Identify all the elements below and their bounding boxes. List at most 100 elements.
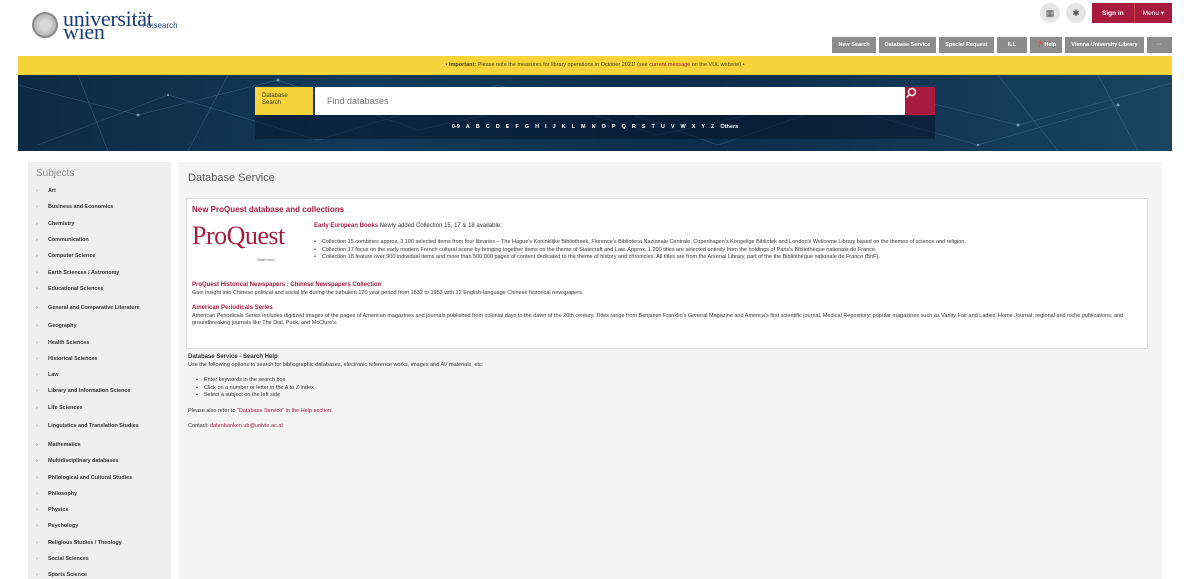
- menu-button[interactable]: Menu ▾: [1133, 3, 1172, 23]
- chevron-right-icon: ›: [36, 423, 38, 430]
- az-index-item[interactable]: Q: [622, 124, 626, 130]
- university-logo[interactable]: universität wien: [32, 8, 153, 43]
- search-icon: [906, 87, 917, 98]
- chevron-right-icon: ›: [36, 188, 38, 195]
- chevron-right-icon: ›: [36, 304, 38, 311]
- list-item: Collection 17 focus on the early modern …: [314, 247, 1140, 255]
- sidebar-subject-item[interactable]: › Chemistry: [28, 216, 171, 232]
- sidebar-subject-item[interactable]: › Psychology: [28, 518, 171, 534]
- contact-line: Contact: datenbanken.ub@univie.ac.at: [188, 423, 283, 429]
- search-help-list: Enter keywords in the search box Click o…: [196, 377, 1148, 400]
- search-button[interactable]: [905, 87, 935, 115]
- sidebar-subject-item[interactable]: › Art: [28, 183, 171, 199]
- az-index-item[interactable]: W: [681, 124, 686, 130]
- list-item: Collection 15 combines approx. 3.100 sel…: [314, 239, 1140, 247]
- main-content: Database Service New ProQuest database a…: [178, 162, 1162, 579]
- az-index-item[interactable]: Y: [701, 124, 705, 130]
- pin-icon[interactable]: ✱: [1066, 3, 1086, 23]
- sidebar-subject-item[interactable]: › Educational Sciences: [28, 281, 171, 297]
- early-european-books-link[interactable]: Early European Books: [314, 223, 378, 229]
- sidebar-subject-item[interactable]: › Philosophy: [28, 486, 171, 502]
- sidebar-subject-item[interactable]: › Philological and Cultural Studies: [28, 469, 171, 485]
- nav-vienna-university-library[interactable]: Vienna University Library: [1065, 37, 1144, 53]
- sidebar-subject-item[interactable]: › Linguistics and Translation Studies: [28, 416, 171, 437]
- notice-current-message-link[interactable]: current message: [649, 62, 690, 68]
- list-item: Select a subject on the left side: [196, 392, 1148, 400]
- sidebar-subject-item[interactable]: › Computer Science: [28, 248, 171, 264]
- sidebar-subject-item[interactable]: › Geography: [28, 318, 171, 334]
- nav-special-request[interactable]: Special Request: [939, 37, 994, 53]
- chevron-right-icon: ›: [36, 204, 38, 211]
- chevron-right-icon: ›: [36, 388, 38, 395]
- sidebar-subject-item[interactable]: › Law: [28, 367, 171, 383]
- az-index-item[interactable]: R: [632, 124, 636, 130]
- az-index-item[interactable]: I: [545, 124, 547, 130]
- contact-email-link[interactable]: datenbanken.ub@univie.ac.at: [210, 423, 283, 429]
- chevron-right-icon: ›: [36, 355, 38, 362]
- az-index-item[interactable]: J: [553, 124, 556, 130]
- top-right-controls: ▦ ✱ Sign in Menu ▾: [1040, 3, 1172, 23]
- sidebar-subject-item[interactable]: › Library and Information Science: [28, 383, 171, 399]
- sign-in-button[interactable]: Sign in: [1092, 3, 1134, 23]
- az-index-item[interactable]: P: [612, 124, 616, 130]
- search-input[interactable]: [315, 87, 905, 115]
- nav-new-search[interactable]: New Search: [832, 37, 876, 53]
- az-index-item[interactable]: V: [671, 124, 675, 130]
- sidebar-subject-item[interactable]: › Sports Science: [28, 567, 171, 579]
- sidebar-subject-item[interactable]: › Business and Economics: [28, 199, 171, 215]
- university-seal-icon: [32, 12, 58, 38]
- bookmark-list-icon[interactable]: ▦: [1040, 3, 1060, 23]
- az-index-item[interactable]: 0-9: [452, 124, 460, 130]
- chevron-right-icon: ›: [36, 442, 38, 448]
- sidebar-subject-item[interactable]: › Social Sciences: [28, 551, 171, 567]
- az-index-item[interactable]: C: [486, 124, 490, 130]
- sidebar-subject-item[interactable]: › Communication: [28, 232, 171, 248]
- az-index-item[interactable]: Others: [720, 124, 738, 130]
- proquest-logo[interactable]: ProQuest Start here.: [192, 221, 302, 267]
- az-index-item[interactable]: N: [592, 124, 596, 130]
- az-index-item[interactable]: X: [692, 124, 696, 130]
- az-index-item[interactable]: A: [466, 124, 470, 130]
- az-index-item[interactable]: M: [581, 124, 586, 130]
- nav-help[interactable]: ❓ Help: [1029, 37, 1063, 53]
- az-index-item[interactable]: T: [651, 124, 654, 130]
- az-index-item[interactable]: K: [562, 124, 566, 130]
- sidebar-subject-item[interactable]: › General and Comparative Literature: [28, 297, 171, 318]
- chevron-right-icon: ›: [36, 490, 38, 497]
- az-index-item[interactable]: F: [515, 124, 518, 130]
- az-index-item[interactable]: B: [476, 124, 480, 130]
- sidebar-subject-item[interactable]: › Multidisciplinary databases: [28, 453, 171, 469]
- historical-newspapers-block: ProQuest Historical Newspapers : Chinese…: [192, 282, 1142, 297]
- az-index-item[interactable]: S: [642, 124, 646, 130]
- az-index-item[interactable]: Z: [711, 124, 714, 130]
- az-index-item[interactable]: E: [506, 124, 510, 130]
- sidebar-subject-label: Health Sciences: [48, 339, 90, 346]
- sidebar-subject-item[interactable]: › Historical Sciences: [28, 351, 171, 367]
- historical-newspapers-link[interactable]: ProQuest Historical Newspapers : Chinese…: [192, 282, 1142, 290]
- az-index-item[interactable]: G: [525, 124, 529, 130]
- sidebar-subject-label: Physics: [48, 507, 69, 514]
- az-index-item[interactable]: U: [661, 124, 665, 130]
- help-section-link[interactable]: "Database Service" in the Help section.: [237, 408, 333, 414]
- breadcrumb-usearch[interactable]: › u:search: [142, 21, 178, 30]
- sidebar-subject-label: Earth Sciences / Astronomy: [48, 269, 120, 276]
- early-european-books-line: Early European Books Newly added Collect…: [314, 223, 502, 229]
- sidebar-subject-item[interactable]: › Life Sciences: [28, 400, 171, 416]
- proquest-logo-tagline: Start here.: [257, 257, 276, 262]
- sidebar-subject-item[interactable]: › Mathematics: [28, 437, 171, 453]
- sidebar-subject-item[interactable]: › Health Sciences: [28, 334, 171, 350]
- nav-ill[interactable]: ILL: [996, 37, 1027, 53]
- az-index-item[interactable]: L: [572, 124, 575, 130]
- az-index-item[interactable]: D: [496, 124, 500, 130]
- sidebar-subject-label: Library and Information Science: [48, 388, 131, 395]
- nav-database-service[interactable]: Database Service: [878, 37, 937, 53]
- database-search-label: Database Search: [255, 87, 313, 115]
- az-index-item[interactable]: H: [535, 124, 539, 130]
- sidebar-subject-item[interactable]: › Religious Studies / Theology: [28, 535, 171, 551]
- nav-more-button[interactable]: ···: [1146, 37, 1172, 53]
- sidebar-subject-item[interactable]: › Earth Sciences / Astronomy: [28, 264, 171, 280]
- sidebar-subject-item[interactable]: › Physics: [28, 502, 171, 518]
- chevron-right-icon: ›: [36, 237, 38, 244]
- az-index-item[interactable]: O: [602, 124, 606, 130]
- american-periodicals-link[interactable]: American Periodicals Series: [192, 305, 1142, 313]
